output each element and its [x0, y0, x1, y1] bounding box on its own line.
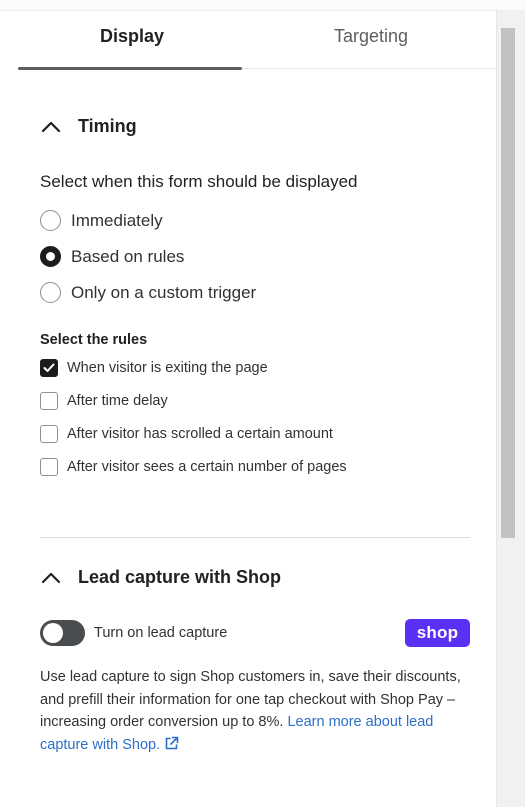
checkmark-icon [43, 363, 55, 372]
rule-scroll-amount[interactable]: After visitor has scrolled a certain amo… [40, 425, 333, 443]
tab-bar: Display Targeting [18, 10, 496, 70]
rule-time-delay[interactable]: After time delay [40, 392, 168, 410]
radio-label: Based on rules [71, 246, 185, 266]
vertical-scrollbar[interactable] [496, 10, 525, 807]
checkbox[interactable] [40, 458, 58, 476]
checkbox[interactable] [40, 425, 58, 443]
radio-custom-trigger[interactable]: Only on a custom trigger [40, 282, 256, 303]
checkbox-label: When visitor is exiting the page [67, 360, 268, 376]
radio-based-on-rules[interactable]: Based on rules [40, 246, 184, 267]
rule-exit-intent[interactable]: When visitor is exiting the page [40, 359, 268, 377]
checkbox-checked[interactable] [40, 359, 58, 377]
timing-title: Timing [78, 116, 137, 136]
external-link-icon [165, 736, 179, 749]
tab-display[interactable]: Display [100, 26, 164, 47]
radio-label: Immediately [71, 210, 163, 230]
radio-button[interactable] [40, 210, 61, 231]
radio-button-selected[interactable] [40, 246, 61, 267]
lead-capture-toggle[interactable] [40, 620, 85, 646]
rule-page-count[interactable]: After visitor sees a certain number of p… [40, 458, 347, 476]
chevron-up-icon [41, 121, 61, 132]
tab-targeting[interactable]: Targeting [334, 26, 408, 47]
section-divider [40, 537, 470, 538]
active-tab-indicator [18, 67, 242, 70]
timing-section-header[interactable]: Timing [40, 116, 137, 137]
rules-title: Select the rules [40, 332, 148, 348]
timing-description: Select when this form should be displaye… [40, 172, 358, 191]
checkbox-label: After time delay [67, 393, 168, 409]
checkbox-label: After visitor sees a certain number of p… [67, 459, 347, 475]
toggle-label: Turn on lead capture [94, 625, 228, 641]
chevron-up-icon [41, 572, 61, 583]
lead-capture-title: Lead capture with Shop [78, 567, 282, 587]
settings-panel: Display Targeting Timing Select when thi… [0, 10, 496, 807]
shop-logo: shop [405, 619, 470, 647]
lead-capture-toggle-row: Turn on lead capture [40, 620, 227, 646]
lead-capture-section-header[interactable]: Lead capture with Shop [40, 567, 281, 588]
radio-label: Only on a custom trigger [71, 282, 257, 302]
radio-immediately[interactable]: Immediately [40, 210, 163, 231]
scrollbar-thumb[interactable] [501, 28, 515, 538]
radio-button[interactable] [40, 282, 61, 303]
toggle-knob [43, 623, 63, 643]
checkbox-label: After visitor has scrolled a certain amo… [67, 426, 333, 442]
checkbox[interactable] [40, 392, 58, 410]
lead-capture-description: Use lead capture to sign Shop customers … [40, 666, 470, 756]
